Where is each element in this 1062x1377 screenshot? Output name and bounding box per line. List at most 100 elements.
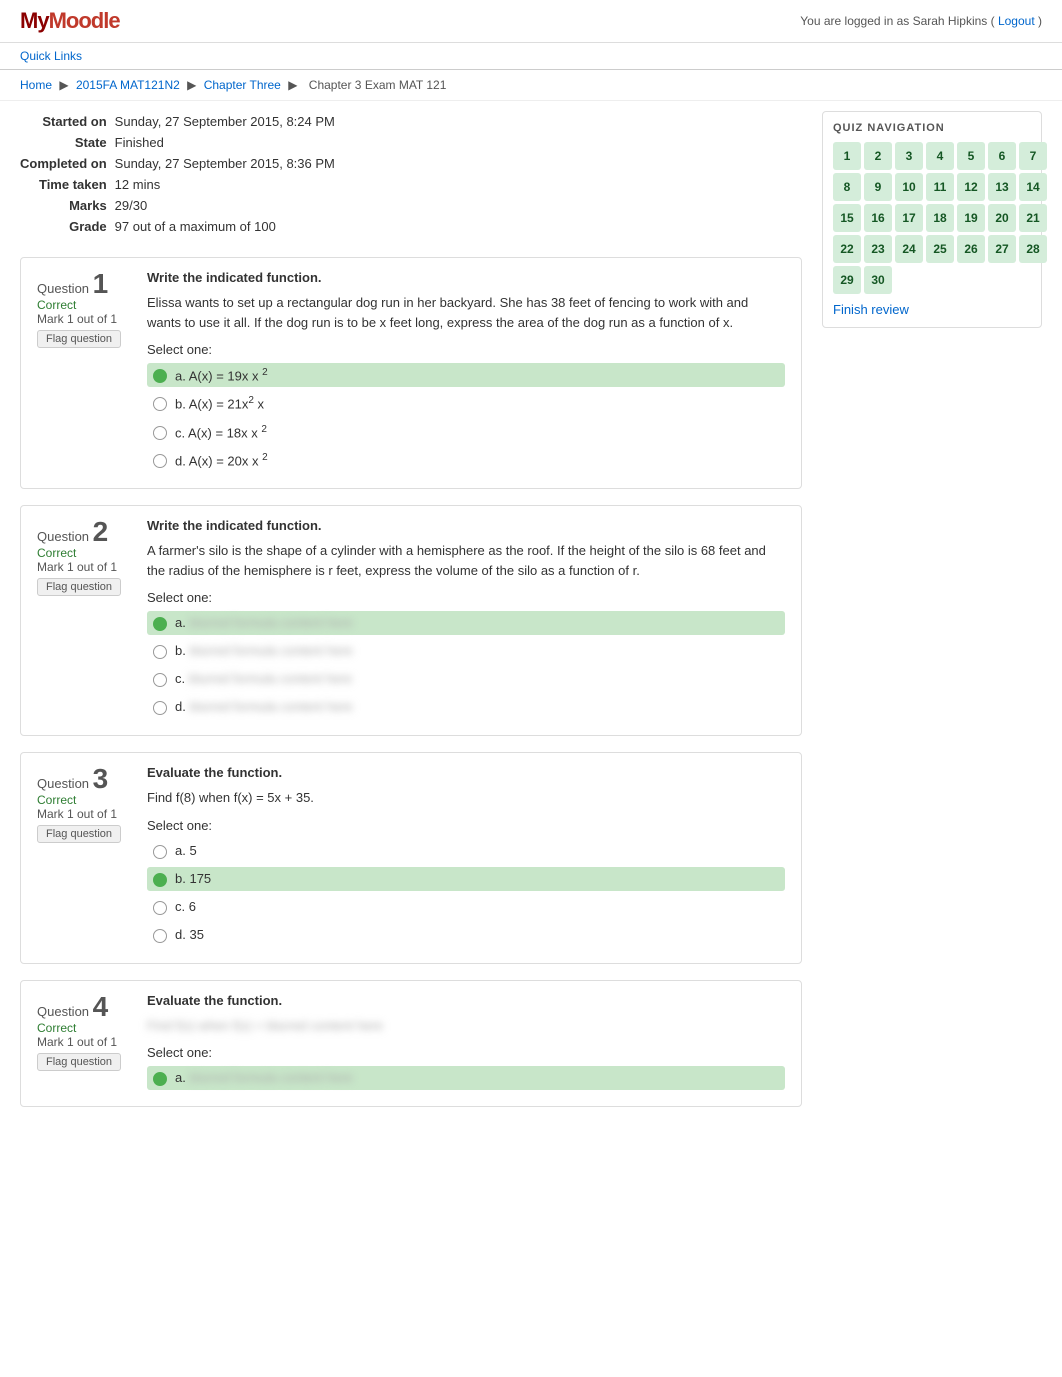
user-info: You are logged in as Sarah Hipkins ( Log… xyxy=(800,14,1042,28)
nav-item-10[interactable]: 10 xyxy=(895,173,923,201)
completed-on-value: Sunday, 27 September 2015, 8:36 PM xyxy=(115,153,345,174)
grade-value: 97 out of a maximum of 100 xyxy=(115,216,345,237)
option-3-2[interactable]: c. 6 xyxy=(147,895,785,919)
option-2-0[interactable]: a. blurred formula content here xyxy=(147,611,785,635)
quick-links[interactable]: Quick Links xyxy=(0,43,1062,70)
question-label-3: Question 3 xyxy=(37,765,147,793)
radio-2-1 xyxy=(153,645,167,659)
question-block-4: Question 4CorrectMark 1 out of 1 Flag que… xyxy=(20,980,802,1108)
select-one-1: Select one: xyxy=(147,342,785,357)
nav-item-17[interactable]: 17 xyxy=(895,204,923,232)
nav-item-6[interactable]: 6 xyxy=(988,142,1016,170)
option-3-0[interactable]: a. 5 xyxy=(147,839,785,863)
nav-item-20[interactable]: 20 xyxy=(988,204,1016,232)
option-1-1[interactable]: b. A(x) = 21x2 x xyxy=(147,391,785,415)
flag-question-1[interactable]: Flag question xyxy=(37,330,121,348)
nav-item-16[interactable]: 16 xyxy=(864,204,892,232)
flag-question-2[interactable]: Flag question xyxy=(37,578,121,596)
nav-item-26[interactable]: 26 xyxy=(957,235,985,263)
nav-item-11[interactable]: 11 xyxy=(926,173,954,201)
select-one-2: Select one: xyxy=(147,590,785,605)
nav-item-3[interactable]: 3 xyxy=(895,142,923,170)
option-1-2[interactable]: c. A(x) = 18x x 2 xyxy=(147,420,785,444)
radio-1-3 xyxy=(153,454,167,468)
question-mark-2: Mark 1 out of 1 xyxy=(37,560,147,574)
nav-item-29[interactable]: 29 xyxy=(833,266,861,294)
nav-item-14[interactable]: 14 xyxy=(1019,173,1047,201)
select-one-4: Select one: xyxy=(147,1045,785,1060)
logout-link[interactable]: Logout xyxy=(998,14,1035,28)
radio-4-0 xyxy=(153,1072,167,1086)
completed-on-label: Completed on xyxy=(20,153,115,174)
nav-item-1[interactable]: 1 xyxy=(833,142,861,170)
nav-item-8[interactable]: 8 xyxy=(833,173,861,201)
question-body-2: A farmer's silo is the shape of a cylind… xyxy=(147,541,785,580)
nav-item-13[interactable]: 13 xyxy=(988,173,1016,201)
nav-item-4[interactable]: 4 xyxy=(926,142,954,170)
nav-item-9[interactable]: 9 xyxy=(864,173,892,201)
option-1-0[interactable]: a. A(x) = 19x x 2 xyxy=(147,363,785,387)
user-text: You are logged in as Sarah Hipkins ( xyxy=(800,14,994,28)
radio-2-3 xyxy=(153,701,167,715)
question-text-1: Write the indicated function. xyxy=(147,270,785,285)
nav-item-30[interactable]: 30 xyxy=(864,266,892,294)
question-status-2: Correct xyxy=(37,546,147,560)
breadcrumb-course[interactable]: 2015FA MAT121N2 xyxy=(76,78,180,92)
nav-item-28[interactable]: 28 xyxy=(1019,235,1047,263)
user-suffix: ) xyxy=(1038,14,1042,28)
nav-item-23[interactable]: 23 xyxy=(864,235,892,263)
nav-item-18[interactable]: 18 xyxy=(926,204,954,232)
flag-question-4[interactable]: Flag question xyxy=(37,1053,121,1071)
question-mark-4: Mark 1 out of 1 xyxy=(37,1035,147,1049)
content-area: Started on Sunday, 27 September 2015, 8:… xyxy=(20,111,802,1123)
nav-item-21[interactable]: 21 xyxy=(1019,204,1047,232)
question-body-1: Elissa wants to set up a rectangular dog… xyxy=(147,293,785,332)
marks-label: Marks xyxy=(20,195,115,216)
question-status-3: Correct xyxy=(37,793,147,807)
question-status-4: Correct xyxy=(37,1021,147,1035)
nav-item-25[interactable]: 25 xyxy=(926,235,954,263)
nav-item-5[interactable]: 5 xyxy=(957,142,985,170)
logo: MyMoodle xyxy=(20,8,120,34)
main-layout: Started on Sunday, 27 September 2015, 8:… xyxy=(0,101,1062,1133)
nav-item-2[interactable]: 2 xyxy=(864,142,892,170)
option-4-0[interactable]: a. blurred formula content here xyxy=(147,1066,785,1090)
option-1-3[interactable]: d. A(x) = 20x x 2 xyxy=(147,448,785,472)
nav-item-27[interactable]: 27 xyxy=(988,235,1016,263)
nav-item-12[interactable]: 12 xyxy=(957,173,985,201)
finish-review-link[interactable]: Finish review xyxy=(833,302,909,317)
breadcrumb-home[interactable]: Home xyxy=(20,78,52,92)
question-text-2: Write the indicated function. xyxy=(147,518,785,533)
question-label-4: Question 4 xyxy=(37,993,147,1021)
quiz-nav-title: QUIZ NAVIGATION xyxy=(833,122,1031,134)
quiz-nav: QUIZ NAVIGATION 123456789101112131415161… xyxy=(822,111,1042,328)
flag-question-3[interactable]: Flag question xyxy=(37,825,121,843)
radio-3-1 xyxy=(153,873,167,887)
option-2-3[interactable]: d. blurred formula content here xyxy=(147,695,785,719)
radio-3-3 xyxy=(153,929,167,943)
nav-item-7[interactable]: 7 xyxy=(1019,142,1047,170)
nav-item-22[interactable]: 22 xyxy=(833,235,861,263)
questions-container: Question 1CorrectMark 1 out of 1Flag que… xyxy=(20,257,802,1107)
radio-1-1 xyxy=(153,397,167,411)
question-body-blurred-4: Find f(x) when f(x) = blurred content he… xyxy=(147,1016,785,1036)
option-3-3[interactable]: d. 35 xyxy=(147,923,785,947)
option-3-1[interactable]: b. 175 xyxy=(147,867,785,891)
nav-item-24[interactable]: 24 xyxy=(895,235,923,263)
nav-grid: 1234567891011121314151617181920212223242… xyxy=(833,142,1031,294)
radio-3-2 xyxy=(153,901,167,915)
question-body-3: Find f(8) when f(x) = 5x + 35. xyxy=(147,788,785,808)
quiz-info-table: Started on Sunday, 27 September 2015, 8:… xyxy=(20,111,345,237)
question-text-4: Evaluate the function. xyxy=(147,993,785,1008)
question-mark-3: Mark 1 out of 1 xyxy=(37,807,147,821)
question-label-1: Question 1 xyxy=(37,270,147,298)
option-2-2[interactable]: c. blurred formula content here xyxy=(147,667,785,691)
radio-2-0 xyxy=(153,617,167,631)
radio-1-2 xyxy=(153,426,167,440)
nav-item-19[interactable]: 19 xyxy=(957,204,985,232)
select-one-3: Select one: xyxy=(147,818,785,833)
option-2-1[interactable]: b. blurred formula content here xyxy=(147,639,785,663)
started-on-value: Sunday, 27 September 2015, 8:24 PM xyxy=(115,111,345,132)
nav-item-15[interactable]: 15 xyxy=(833,204,861,232)
breadcrumb-chapter[interactable]: Chapter Three xyxy=(204,78,281,92)
